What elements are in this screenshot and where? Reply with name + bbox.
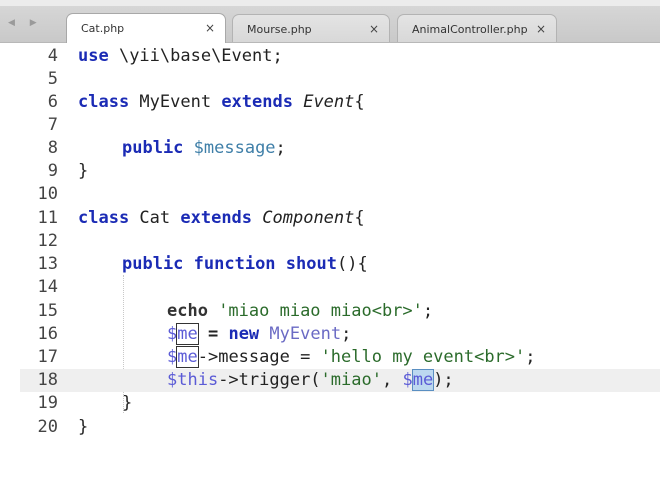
tab-label: Cat.php	[81, 22, 125, 35]
code-line: 13 public function shout(){	[0, 253, 660, 276]
line-number: 7	[47, 115, 58, 135]
occurrence-highlight: me	[176, 346, 199, 368]
line-number: 4	[47, 46, 58, 66]
line-number: 13	[37, 254, 58, 274]
code-line: 7	[0, 114, 660, 137]
line-number: 5	[47, 69, 58, 89]
code-line: 9 }	[0, 160, 660, 183]
code-line: 8 public $message;	[0, 137, 660, 160]
line-number: 9	[47, 161, 58, 181]
close-icon[interactable]: ×	[536, 22, 546, 36]
code-line: 11 class Cat extends Component{	[0, 207, 660, 230]
code-text: $me = new MyEvent;	[167, 323, 352, 345]
occurrence-highlight: me	[176, 323, 199, 345]
code-line: 20 }	[0, 416, 660, 439]
code-editor[interactable]: 4 use \yii\base\Event; 5 6 class MyEvent…	[0, 43, 660, 488]
line-number: 17	[37, 347, 58, 367]
code-line: 12	[0, 230, 660, 253]
line-number: 10	[37, 184, 58, 204]
code-text: class MyEvent extends Event{	[78, 92, 365, 112]
tab-nav-arrows-icon[interactable]: ◀ ▶	[8, 18, 43, 28]
code-text: use \yii\base\Event;	[78, 46, 283, 66]
code-text: }	[78, 417, 89, 437]
code-text: echo 'miao miao miao<br>';	[167, 301, 434, 321]
line-number: 12	[37, 231, 58, 251]
tab-cat-php[interactable]: Cat.php ×	[66, 13, 226, 43]
tab-label: AnimalController.php	[412, 23, 528, 36]
code-text: class Cat extends Component{	[78, 208, 365, 228]
code-text: public $message;	[122, 138, 286, 158]
line-number: 18	[37, 370, 58, 390]
code-text: }	[122, 393, 133, 413]
code-line-current: 18 $this->trigger('miao', $me);	[0, 369, 660, 392]
code-text: public function shout(){	[122, 254, 368, 274]
tab-mourse-php[interactable]: Mourse.php ×	[232, 14, 390, 42]
code-line: 16 $me = new MyEvent;	[0, 323, 660, 346]
code-line: 14	[0, 276, 660, 299]
code-text: }	[78, 161, 89, 181]
code-line: 17 $me->message = 'hello my event<br>';	[0, 346, 660, 369]
tab-label: Mourse.php	[247, 23, 312, 36]
line-number: 8	[47, 138, 58, 158]
line-number: 16	[37, 324, 58, 344]
code-line: 19 }	[0, 392, 660, 415]
line-number: 6	[47, 92, 58, 112]
line-number: 11	[37, 208, 58, 228]
tab-animalcontroller-php[interactable]: AnimalController.php ×	[397, 14, 557, 42]
close-icon[interactable]: ×	[369, 22, 379, 36]
line-number: 14	[37, 277, 58, 297]
line-number: 19	[37, 393, 58, 413]
line-number: 20	[37, 417, 58, 437]
code-line: 5	[0, 68, 660, 91]
code-line: 15 echo 'miao miao miao<br>';	[0, 300, 660, 323]
code-line: 6 class MyEvent extends Event{	[0, 91, 660, 114]
tab-bar: ◀ ▶ Cat.php × Mourse.php × AnimalControl…	[0, 6, 660, 43]
selected-text: me	[411, 369, 435, 391]
code-line: 4 use \yii\base\Event;	[0, 45, 660, 68]
code-text: $me->message = 'hello my event<br>';	[167, 346, 536, 368]
line-number: 15	[37, 301, 58, 321]
close-icon[interactable]: ×	[205, 21, 215, 35]
code-line: 10	[0, 183, 660, 206]
code-text: $this->trigger('miao', $me);	[167, 369, 454, 391]
